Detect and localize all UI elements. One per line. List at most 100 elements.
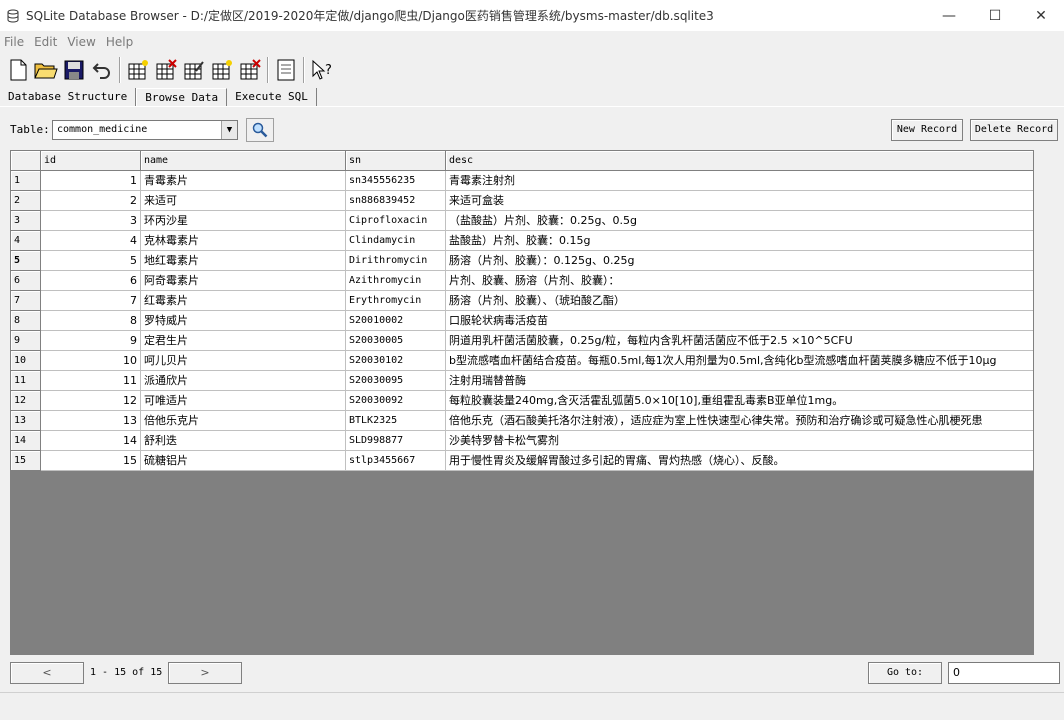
cell-id[interactable]: 2 xyxy=(41,191,141,211)
row-number[interactable]: 9 xyxy=(11,331,41,351)
cell-name[interactable]: 罗特威片 xyxy=(141,311,346,331)
menu-edit[interactable]: Edit xyxy=(30,35,63,49)
cell-desc[interactable]: 注射用瑞替普酶 xyxy=(446,371,1033,391)
cell-id[interactable]: 11 xyxy=(41,371,141,391)
row-number[interactable]: 12 xyxy=(11,391,41,411)
table-row[interactable]: 1 1 青霉素片 sn345556235 青霉素注射剂 xyxy=(11,171,1033,191)
cell-name[interactable]: 环丙沙星 xyxy=(141,211,346,231)
cell-sn[interactable]: sn345556235 xyxy=(346,171,446,191)
row-number[interactable]: 3 xyxy=(11,211,41,231)
menu-view[interactable]: View xyxy=(63,35,101,49)
modify-table-button[interactable] xyxy=(180,56,208,84)
table-row[interactable]: 15 15 硫糖铝片 stlp3455667 用于慢性胃炎及缓解胃酸过多引起的胃痛、胃灼… xyxy=(11,451,1033,471)
row-number[interactable]: 10 xyxy=(11,351,41,371)
cell-sn[interactable]: sn886839452 xyxy=(346,191,446,211)
goto-button[interactable]: Go to: xyxy=(868,662,942,684)
delete-record-button[interactable]: Delete Record xyxy=(970,119,1058,141)
cell-name[interactable]: 克林霉素片 xyxy=(141,231,346,251)
cell-name[interactable]: 舒利迭 xyxy=(141,431,346,451)
tab-execute-sql[interactable]: Execute SQL xyxy=(227,88,317,106)
table-row[interactable]: 10 10 呵儿贝片 S20030102 b型流感嗜血杆菌结合疫苗。每瓶0.5ml,每1… xyxy=(11,351,1033,371)
row-number[interactable]: 5 xyxy=(11,251,41,271)
cell-sn[interactable]: S20030102 xyxy=(346,351,446,371)
column-header-desc[interactable]: desc xyxy=(446,151,1033,171)
cell-sn[interactable]: Azithromycin xyxy=(346,271,446,291)
cell-name[interactable]: 青霉素片 xyxy=(141,171,346,191)
create-table-button[interactable] xyxy=(124,56,152,84)
row-number[interactable]: 7 xyxy=(11,291,41,311)
menu-file[interactable]: File xyxy=(0,35,30,49)
cell-name[interactable]: 红霉素片 xyxy=(141,291,346,311)
dropdown-arrow-icon[interactable]: ▼ xyxy=(221,121,237,139)
table-row[interactable]: 2 2 来适可 sn886839452 来适可盒装 xyxy=(11,191,1033,211)
save-button[interactable] xyxy=(60,56,88,84)
table-row[interactable]: 3 3 环丙沙星 Ciprofloxacin （盐酸盐）片剂、胶囊：0.25g、0.5g xyxy=(11,211,1033,231)
cell-desc[interactable]: 青霉素注射剂 xyxy=(446,171,1033,191)
cell-id[interactable]: 1 xyxy=(41,171,141,191)
delete-index-button[interactable] xyxy=(236,56,264,84)
cell-desc[interactable]: 来适可盒装 xyxy=(446,191,1033,211)
cell-desc[interactable]: 肠溶（片剂、胶囊）、（琥珀酸乙酯） xyxy=(446,291,1033,311)
cell-desc[interactable]: 倍他乐克（酒石酸美托洛尔注射液），适应症为室上性快速型心律失常。预防和治疗确诊或… xyxy=(446,411,1033,431)
cell-name[interactable]: 来适可 xyxy=(141,191,346,211)
minimize-button[interactable]: — xyxy=(926,0,972,31)
cell-sn[interactable]: Clindamycin xyxy=(346,231,446,251)
table-row[interactable]: 4 4 克林霉素片 Clindamycin 盐酸盐）片剂、胶囊：0.15g xyxy=(11,231,1033,251)
undo-button[interactable] xyxy=(88,56,116,84)
column-header-sn[interactable]: sn xyxy=(346,151,446,171)
cell-name[interactable]: 派通欣片 xyxy=(141,371,346,391)
log-button[interactable] xyxy=(272,56,300,84)
new-record-button[interactable]: New Record xyxy=(891,119,963,141)
cell-name[interactable]: 倍他乐克片 xyxy=(141,411,346,431)
create-index-button[interactable] xyxy=(208,56,236,84)
cell-desc[interactable]: 每粒胶囊装量240mg,含灭活霍乱弧菌5.0×10[10],重组霍乱毒素B亚单位… xyxy=(446,391,1033,411)
menu-help[interactable]: Help xyxy=(102,35,139,49)
cell-sn[interactable]: BTLK2325 xyxy=(346,411,446,431)
row-number[interactable]: 14 xyxy=(11,431,41,451)
cell-id[interactable]: 10 xyxy=(41,351,141,371)
cell-id[interactable]: 8 xyxy=(41,311,141,331)
next-page-button[interactable]: > xyxy=(168,662,242,684)
tab-database-structure[interactable]: Database Structure xyxy=(0,88,137,106)
cell-sn[interactable]: S20030095 xyxy=(346,371,446,391)
row-number[interactable]: 11 xyxy=(11,371,41,391)
table-row[interactable]: 11 11 派通欣片 S20030095 注射用瑞替普酶 xyxy=(11,371,1033,391)
goto-input[interactable]: 0 xyxy=(948,662,1060,684)
row-number[interactable]: 15 xyxy=(11,451,41,471)
cell-id[interactable]: 6 xyxy=(41,271,141,291)
new-database-button[interactable] xyxy=(4,56,32,84)
table-row[interactable]: 9 9 定君生片 S20030005 阴道用乳杆菌活菌胶囊，0.25g/粒，每粒内含乳杆… xyxy=(11,331,1033,351)
cell-desc[interactable]: 阴道用乳杆菌活菌胶囊，0.25g/粒，每粒内含乳杆菌活菌应不低于2.5 ×10^… xyxy=(446,331,1033,351)
cell-name[interactable]: 定君生片 xyxy=(141,331,346,351)
cell-sn[interactable]: S20030092 xyxy=(346,391,446,411)
cell-sn[interactable]: stlp3455667 xyxy=(346,451,446,471)
delete-table-button[interactable] xyxy=(152,56,180,84)
table-row[interactable]: 6 6 阿奇霉素片 Azithromycin 片剂、胶囊、肠溶（片剂、胶囊）： xyxy=(11,271,1033,291)
cell-name[interactable]: 阿奇霉素片 xyxy=(141,271,346,291)
cell-name[interactable]: 呵儿贝片 xyxy=(141,351,346,371)
column-header-name[interactable]: name xyxy=(141,151,346,171)
find-button[interactable] xyxy=(246,118,274,142)
cell-sn[interactable]: Dirithromycin xyxy=(346,251,446,271)
cell-desc[interactable]: 沙美特罗替卡松气雾剂 xyxy=(446,431,1033,451)
tab-browse-data[interactable]: Browse Data xyxy=(136,88,228,106)
cell-id[interactable]: 15 xyxy=(41,451,141,471)
cell-id[interactable]: 12 xyxy=(41,391,141,411)
cell-name[interactable]: 硫糖铝片 xyxy=(141,451,346,471)
row-number[interactable]: 13 xyxy=(11,411,41,431)
cell-desc[interactable]: 用于慢性胃炎及缓解胃酸过多引起的胃痛、胃灼热感（烧心）、反酸。 xyxy=(446,451,1033,471)
table-row[interactable]: 14 14 舒利迭 SLD998877 沙美特罗替卡松气雾剂 xyxy=(11,431,1033,451)
previous-page-button[interactable]: < xyxy=(10,662,84,684)
open-database-button[interactable] xyxy=(32,56,60,84)
cell-sn[interactable]: S20010002 xyxy=(346,311,446,331)
cell-id[interactable]: 7 xyxy=(41,291,141,311)
cell-sn[interactable]: S20030005 xyxy=(346,331,446,351)
cell-desc[interactable]: 片剂、胶囊、肠溶（片剂、胶囊）： xyxy=(446,271,1033,291)
table-row[interactable]: 8 8 罗特威片 S20010002 口服轮状病毒活疫苗 xyxy=(11,311,1033,331)
row-number[interactable]: 1 xyxy=(11,171,41,191)
row-number[interactable]: 6 xyxy=(11,271,41,291)
cell-name[interactable]: 地红霉素片 xyxy=(141,251,346,271)
cell-desc[interactable]: （盐酸盐）片剂、胶囊：0.25g、0.5g xyxy=(446,211,1033,231)
whats-this-button[interactable]: ? xyxy=(308,56,336,84)
table-select[interactable]: common_medicine ▼ xyxy=(52,120,238,140)
